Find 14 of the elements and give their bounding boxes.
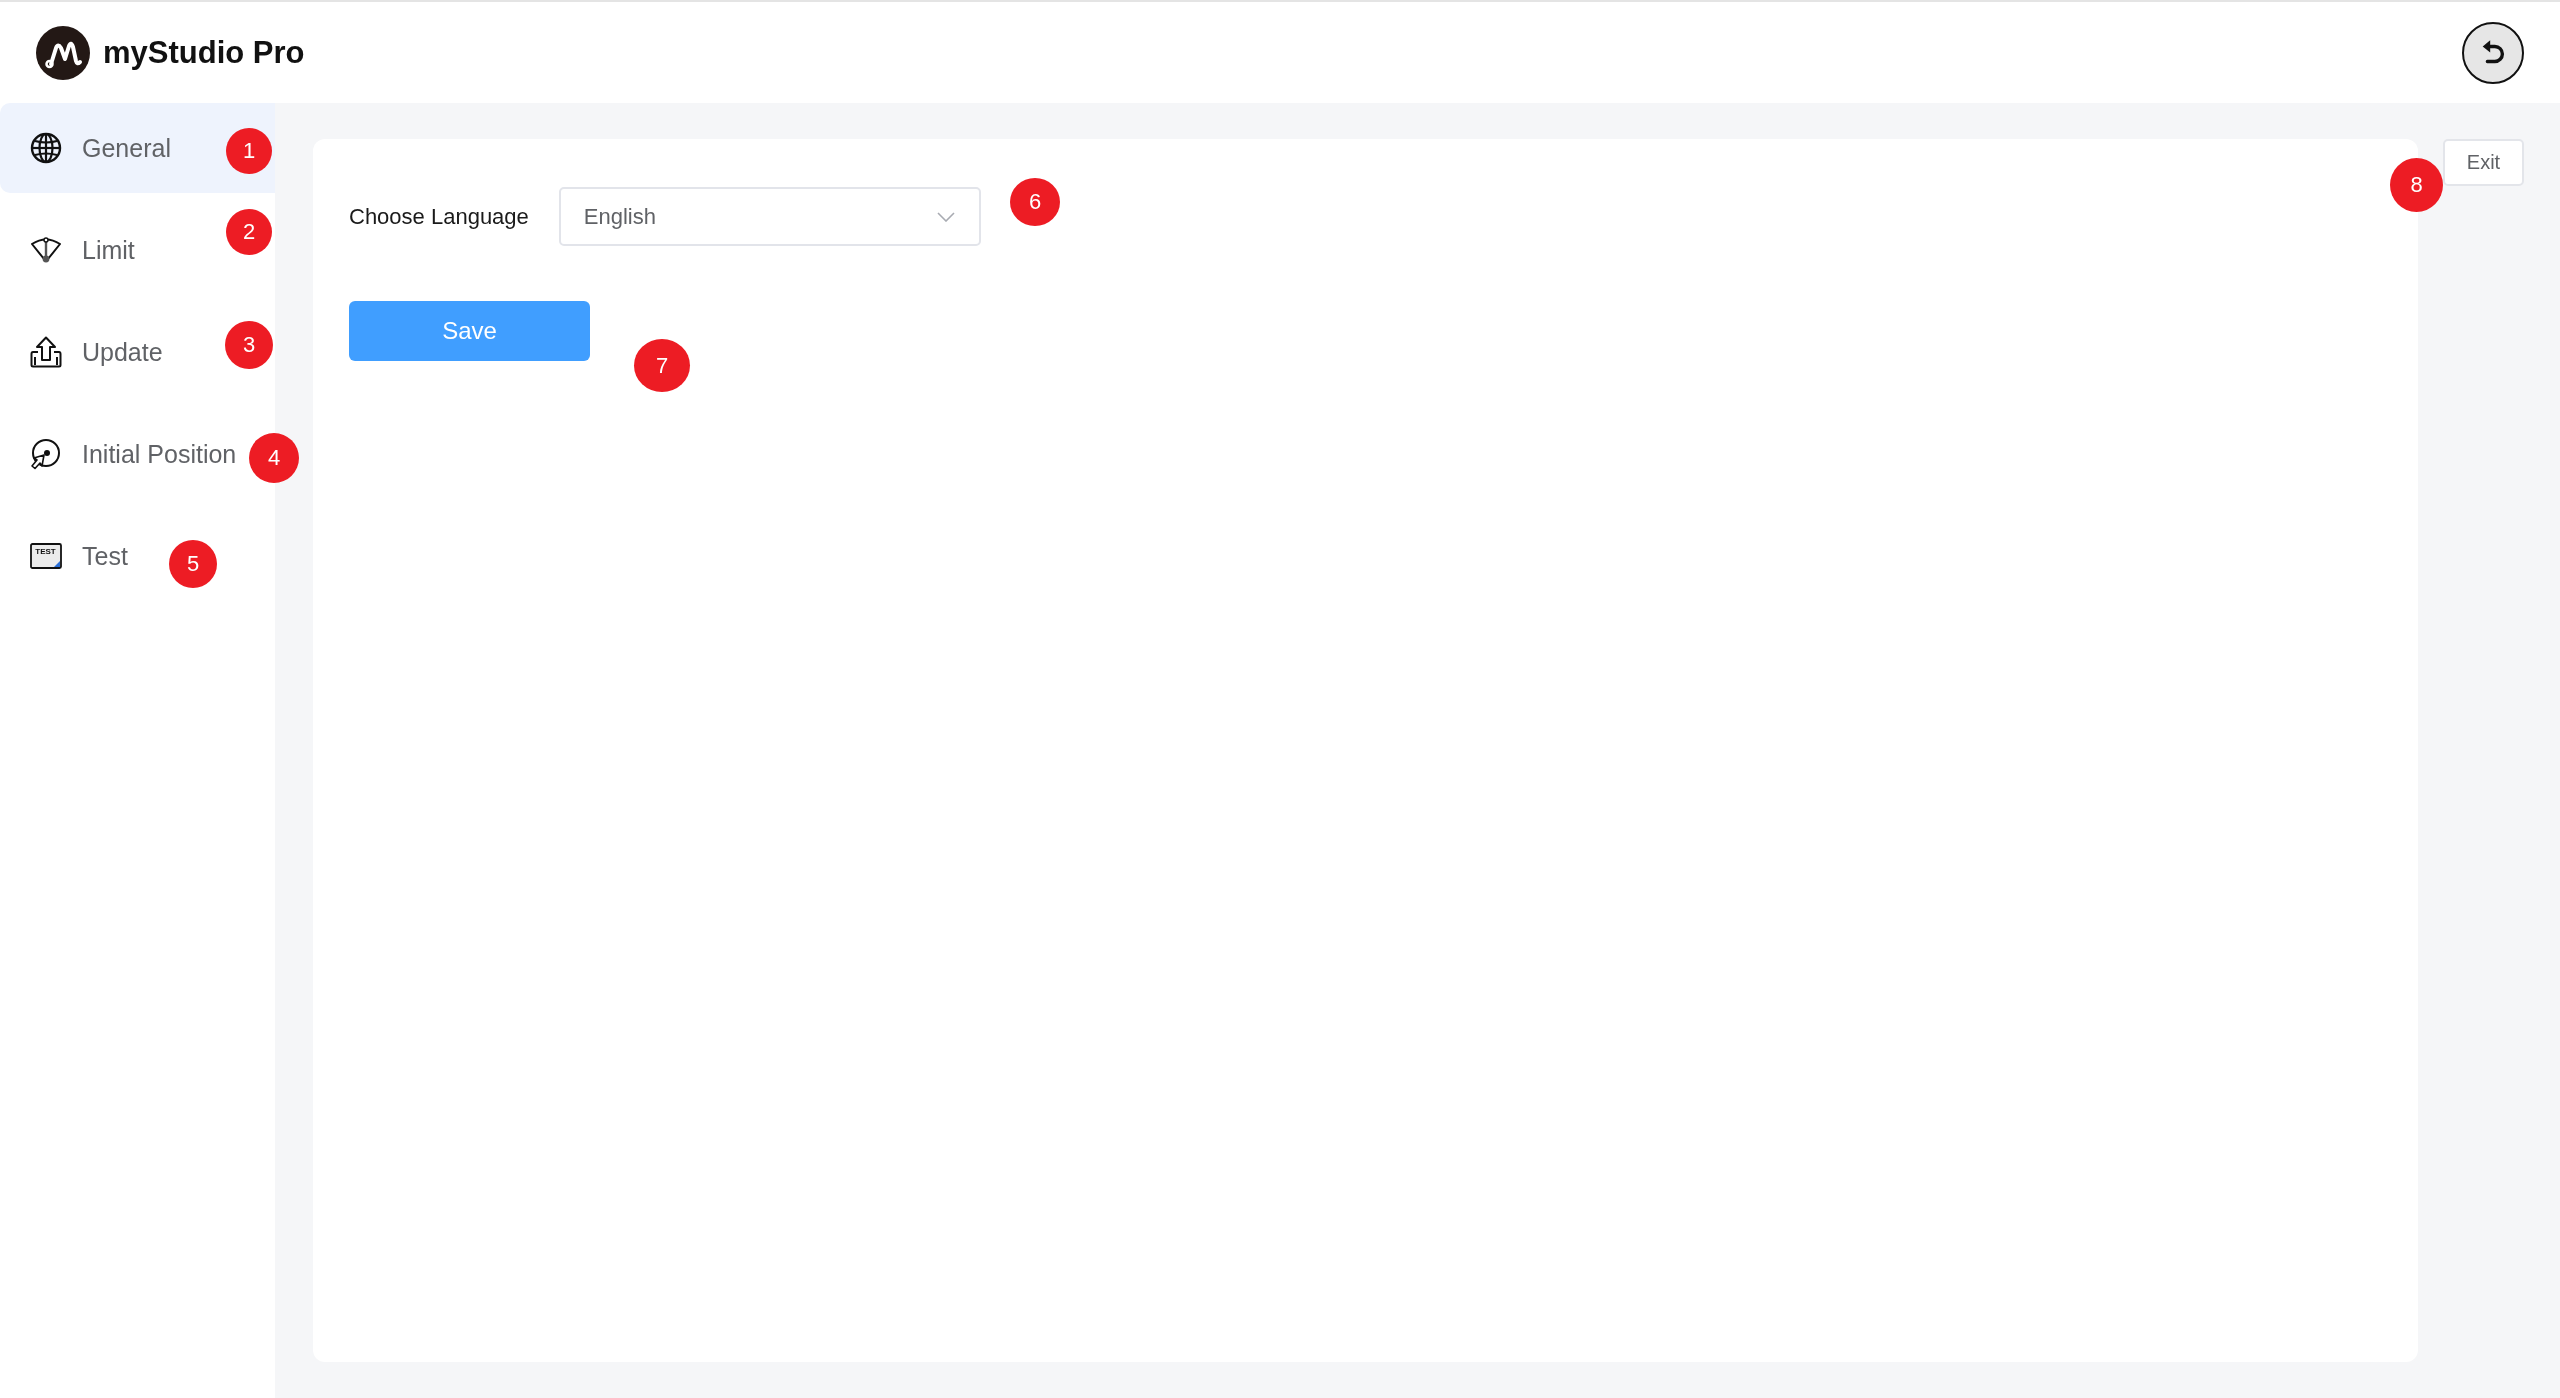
field-label: Choose Language (349, 203, 529, 230)
chevron-down-icon (936, 211, 955, 222)
logo-icon (36, 25, 90, 80)
app-title: myStudio Pro (103, 34, 305, 71)
sidebar-item[interactable]: Update (0, 307, 167, 397)
sidebar-item[interactable]: TEST Test (0, 511, 132, 601)
upload-icon (30, 336, 62, 368)
sidebar-item[interactable]: Initial Position (0, 409, 241, 499)
exit-button[interactable]: Exit (2443, 139, 2524, 186)
language-select[interactable]: English (558, 187, 981, 246)
globe-icon (30, 132, 62, 164)
cursor-target-icon (30, 438, 62, 470)
test-card-icon: TEST (30, 540, 62, 572)
sidebar-item[interactable]: Limit (0, 205, 139, 295)
